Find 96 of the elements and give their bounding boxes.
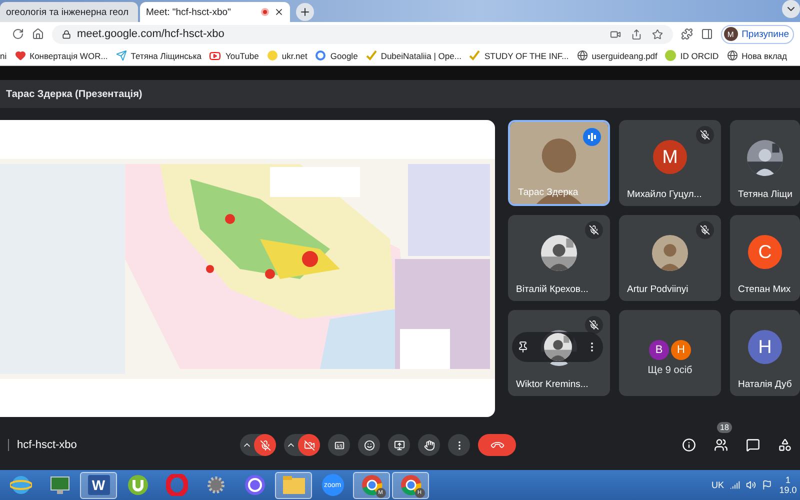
chrome-icon bbox=[400, 474, 422, 496]
gear-icon bbox=[204, 474, 226, 496]
participant-tile[interactable]: В Н Ще 9 осіб bbox=[619, 310, 721, 396]
bookmark[interactable]: Нова вклад bbox=[726, 50, 787, 61]
microphone-button[interactable] bbox=[254, 434, 276, 456]
smiley-icon bbox=[364, 440, 374, 450]
more-button[interactable] bbox=[448, 434, 470, 456]
avatar: Н bbox=[671, 340, 691, 360]
speaker-icon[interactable] bbox=[746, 480, 756, 490]
camera-button[interactable] bbox=[298, 434, 320, 456]
side-panel-icon[interactable] bbox=[700, 28, 713, 40]
avatar: Н bbox=[748, 330, 782, 364]
clock[interactable]: 1 19.0 bbox=[778, 475, 798, 495]
tab-title: огеологія та інженерна геол bbox=[6, 6, 128, 18]
participant-tile[interactable]: М Михайло Гуцул... bbox=[619, 120, 721, 206]
profile-label: Призупинe bbox=[742, 28, 789, 40]
camera-off-icon bbox=[304, 440, 314, 450]
participant-tile[interactable]: Wiktor Kremins... bbox=[508, 310, 610, 396]
more-participants-label: Ще 9 осіб bbox=[648, 365, 692, 376]
bookmark[interactable]: ni bbox=[0, 50, 7, 60]
participant-tile[interactable]: Тетяна Ліщи bbox=[730, 120, 800, 206]
e-logo-icon bbox=[10, 474, 32, 496]
participant-tile[interactable]: Н Наталія Дуб bbox=[730, 310, 800, 396]
leave-call-button[interactable] bbox=[478, 434, 516, 456]
participant-tile[interactable]: Artur Podviinyi bbox=[619, 215, 721, 301]
url-text: meet.google.com/hcf-hsct-xbo bbox=[77, 28, 224, 40]
check-icon bbox=[366, 50, 377, 61]
sun-icon bbox=[266, 50, 278, 61]
captions-button[interactable] bbox=[328, 434, 350, 456]
language-indicator[interactable]: UK bbox=[711, 480, 724, 490]
emoji-button[interactable] bbox=[358, 434, 380, 456]
torrent-icon bbox=[126, 474, 148, 496]
shapes-icon[interactable] bbox=[778, 438, 792, 452]
taskbar-app[interactable] bbox=[275, 472, 312, 498]
chat-icon[interactable] bbox=[746, 438, 760, 452]
participant-name: Степан Мих bbox=[738, 284, 791, 295]
bookmark[interactable]: ID ORCID bbox=[665, 50, 719, 61]
heart-icon bbox=[14, 50, 26, 61]
play-icon bbox=[209, 50, 222, 62]
extensions-icon[interactable] bbox=[680, 28, 693, 40]
reload-icon[interactable] bbox=[12, 28, 24, 40]
avatar: М bbox=[653, 140, 687, 174]
lock-icon bbox=[62, 30, 71, 38]
signal-icon[interactable] bbox=[730, 480, 740, 490]
opera-icon bbox=[166, 474, 188, 496]
participant-name: Wiktor Kremins... bbox=[516, 379, 588, 390]
participant-name: Віталій Крехов... bbox=[516, 284, 588, 295]
chrome-icon bbox=[360, 474, 382, 496]
bookmark[interactable]: userguideang.pdf bbox=[576, 50, 658, 61]
bookmark[interactable]: Конвертація WOR... bbox=[14, 50, 108, 61]
presentation-title: Тарас Здерка (Презентація) bbox=[6, 88, 142, 100]
share-icon[interactable] bbox=[630, 28, 642, 40]
folder-icon bbox=[282, 475, 306, 495]
tab-search-button[interactable] bbox=[782, 0, 800, 18]
info-icon[interactable] bbox=[682, 438, 696, 452]
participant-tile[interactable]: С Степан Мих bbox=[730, 215, 800, 301]
word-logo: W bbox=[88, 475, 110, 495]
participant-tile[interactable]: Віталій Крехов... bbox=[508, 215, 610, 301]
check-icon bbox=[469, 50, 480, 61]
participant-count: 18 bbox=[717, 422, 732, 433]
participant-name: Artur Podviinyi bbox=[627, 284, 688, 295]
participant-name: Михайло Гуцул... bbox=[627, 189, 702, 200]
paper-plane-icon bbox=[116, 50, 127, 61]
monitor-icon bbox=[48, 475, 70, 495]
pin-icon[interactable] bbox=[517, 341, 529, 353]
participant-name: Наталія Дуб bbox=[738, 379, 792, 390]
hand-icon bbox=[424, 440, 434, 450]
bookmark[interactable]: STUDY OF THE INF... bbox=[469, 50, 569, 61]
mic-off-icon bbox=[260, 440, 270, 450]
globe-icon bbox=[726, 50, 738, 61]
star-icon[interactable] bbox=[652, 28, 663, 40]
close-icon[interactable] bbox=[274, 7, 284, 17]
avatar: С bbox=[748, 235, 782, 269]
camera-icon[interactable] bbox=[610, 28, 621, 40]
people-icon[interactable] bbox=[714, 438, 728, 452]
bookmark[interactable]: Google bbox=[315, 50, 358, 61]
flag-icon[interactable] bbox=[762, 480, 772, 490]
tab-title: Meet: "hcf-hsct-xbo" bbox=[146, 6, 232, 18]
captions-icon bbox=[334, 440, 344, 450]
participant-name: Тетяна Ліщи bbox=[738, 189, 792, 200]
taskbar-app[interactable]: W bbox=[80, 472, 117, 498]
bookmark[interactable]: DubeiNataliia | Ope... bbox=[366, 50, 462, 61]
bookmark[interactable]: YouTube bbox=[209, 50, 259, 62]
bookmark[interactable]: ukr.net bbox=[266, 50, 308, 61]
bookmark[interactable]: Тетяна Ліщинська bbox=[116, 50, 202, 61]
globe-icon bbox=[576, 50, 588, 61]
browser-tab[interactable]: огеологія та інженерна геол bbox=[0, 2, 138, 22]
new-tab-button[interactable] bbox=[296, 3, 314, 21]
avatar: В bbox=[649, 340, 669, 360]
present-screen-icon bbox=[394, 440, 404, 450]
raise-hand-button[interactable] bbox=[418, 434, 440, 456]
plus-icon bbox=[299, 6, 311, 18]
address-bar[interactable]: meet.google.com/hcf-hsct-xbo bbox=[52, 24, 673, 44]
home-icon[interactable] bbox=[32, 28, 44, 40]
present-button[interactable] bbox=[388, 434, 410, 456]
browser-tab[interactable]: Meet: "hcf-hsct-xbo" bbox=[140, 2, 290, 22]
